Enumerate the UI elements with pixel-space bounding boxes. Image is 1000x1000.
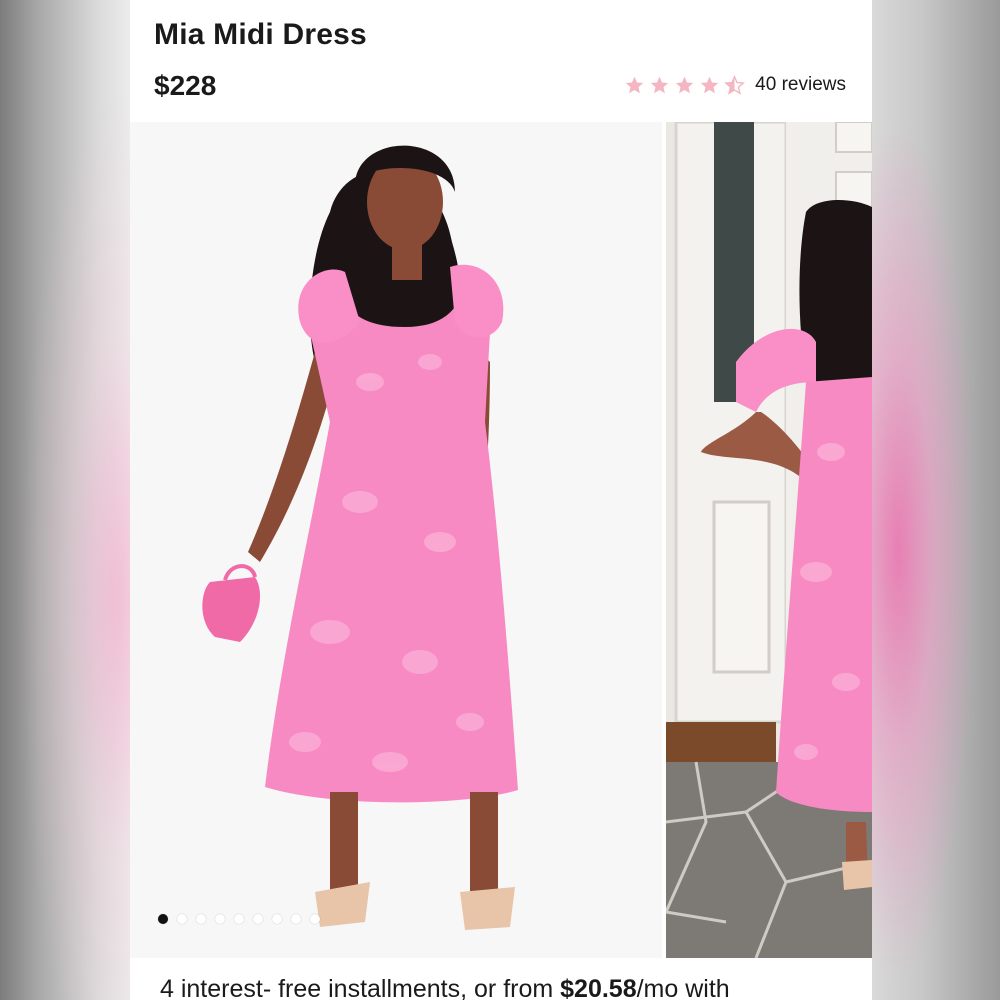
carousel-dot[interactable] xyxy=(196,914,206,924)
carousel-dot[interactable] xyxy=(158,914,168,924)
installments-text: 4 interest- free installments, or from $… xyxy=(160,975,730,1000)
installments-amount: $20.58 xyxy=(560,975,637,1000)
carousel-dot[interactable] xyxy=(291,914,301,924)
reviews-link[interactable]: 40 reviews xyxy=(755,74,846,96)
star-icon xyxy=(675,76,694,93)
installments-suffix: /mo with xyxy=(636,975,730,1000)
product-price: $228 xyxy=(154,70,217,101)
product-photo-secondary[interactable] xyxy=(666,122,872,958)
carousel-dot[interactable] xyxy=(177,914,187,924)
model-illustration xyxy=(130,122,662,958)
blurred-background-left xyxy=(0,0,130,1000)
rating-summary[interactable]: 40 reviews xyxy=(624,74,846,96)
star-icon xyxy=(650,76,669,93)
carousel-dot[interactable] xyxy=(253,914,263,924)
product-gallery[interactable] xyxy=(130,122,872,958)
product-screen: Mia Midi Dress $228 40 reviews 4 interes… xyxy=(130,0,872,1000)
carousel-dot[interactable] xyxy=(272,914,282,924)
carousel-dot[interactable] xyxy=(234,914,244,924)
carousel-dot[interactable] xyxy=(215,914,225,924)
installments-prefix: 4 interest- free installments, or from xyxy=(160,975,561,1000)
star-icon xyxy=(625,76,644,93)
carousel-dot[interactable] xyxy=(310,914,320,924)
blurred-background-right xyxy=(872,0,1000,1000)
product-title: Mia Midi Dress xyxy=(154,18,367,51)
product-photo-main[interactable] xyxy=(130,122,662,958)
star-rating xyxy=(624,74,746,96)
carousel-dots[interactable] xyxy=(158,914,320,924)
door-scene-illustration xyxy=(666,122,872,958)
half-star-icon xyxy=(724,74,746,95)
star-icon xyxy=(700,76,719,93)
